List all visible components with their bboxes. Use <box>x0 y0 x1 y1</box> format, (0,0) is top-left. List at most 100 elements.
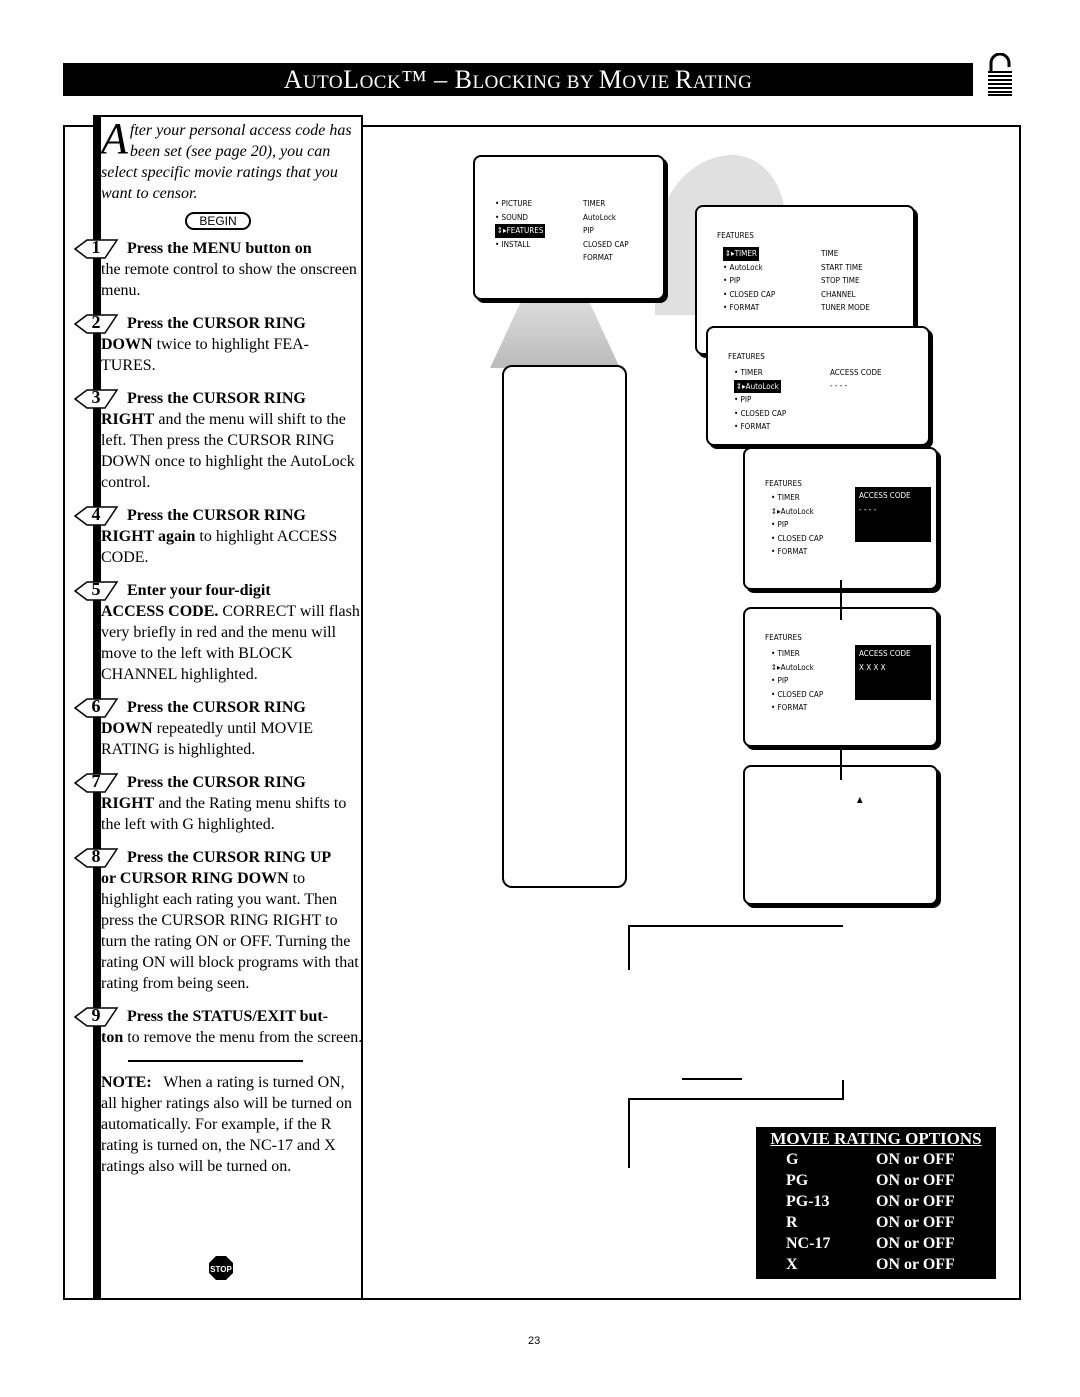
menu-item: - - - - <box>830 381 848 390</box>
step-8: 8 Press the CURSOR RING UP or CURSOR RING … <box>73 846 363 994</box>
menu-item: • PIP <box>771 520 789 529</box>
menu-item: • CLOSED CAP <box>771 689 824 699</box>
instructions: After your personal access code has been… <box>73 114 363 1177</box>
step-body: DOWN twice to highlight FEA-TURES. <box>101 336 309 374</box>
step-number-badge: 2 <box>73 312 119 334</box>
arrow-connector <box>628 925 630 970</box>
menu-item: • AutoLock <box>723 262 763 272</box>
menu-item: • PIP <box>771 676 789 685</box>
menu-item: TIME <box>821 249 839 258</box>
arrow-connector <box>628 925 843 927</box>
menu-item: • PICTURE <box>495 199 533 208</box>
menu-item: ⇕▸AutoLock <box>771 506 814 516</box>
arrow-connector <box>840 745 842 780</box>
menu-item: • INSTALL <box>495 239 531 249</box>
step-number-badge: 1 <box>73 237 119 259</box>
step-number-badge: 6 <box>73 696 119 718</box>
menu-item: STOP TIME <box>821 276 860 285</box>
menu-item: • PIP <box>734 395 752 404</box>
menu-screen-access-code: FEATURES • TIMER ⇕▸AutoLock • PIP • CLOSED C… <box>743 447 938 590</box>
menu-item: ⇕▸TIMER <box>723 247 759 261</box>
menu-item: • FORMAT <box>723 303 760 312</box>
padlock-icon <box>988 53 1012 96</box>
options-title: MOVIE RATING OPTIONS <box>770 1129 982 1148</box>
menu-item: ⇕▸FEATURES <box>495 224 546 238</box>
step-body: the remote control to show the onscreen … <box>101 261 357 299</box>
step-number-badge: 4 <box>73 504 119 526</box>
step-number-badge: 3 <box>73 387 119 409</box>
step-body: RIGHT and the menu will shift to the lef… <box>101 411 355 491</box>
page-title-banner: AUTOLOCK™ – BLOCKING BY MOVIE RATING <box>63 63 973 96</box>
step-4: 4 Press the CURSOR RING RIGHT again to hig… <box>73 504 363 568</box>
page-number: 23 <box>528 1335 541 1347</box>
menu-item: • FORMAT <box>771 703 808 712</box>
begin-badge: BEGIN <box>185 212 251 230</box>
menu-item: • TIMER <box>771 493 800 502</box>
menu-item: PIP <box>583 226 594 235</box>
option-row: PG ON or OFF <box>786 1172 955 1189</box>
menu-item: • CLOSED CAP <box>723 289 776 299</box>
step-1: 1 Press the MENU button on the remote cont… <box>73 237 363 301</box>
menu-item: ▲ <box>857 795 863 804</box>
step-body: ACCESS CODE. CORRECT will flash very bri… <box>101 603 360 683</box>
access-code-panel: ACCESS CODE - - - - <box>855 487 931 542</box>
step-number-badge: 9 <box>73 1005 119 1027</box>
step-2: 2 Press the CURSOR RING DOWN twice to high… <box>73 312 363 376</box>
menu-item: ⇕▸AutoLock <box>771 662 814 672</box>
menu-screen-block-channel: ▲ <box>743 765 938 905</box>
step-7: 7 Press the CURSOR RING RIGHT and the Rati… <box>73 771 363 835</box>
menu-item: • TIMER <box>771 649 800 658</box>
note: NOTE: When a rating is turned ON, all hi… <box>101 1074 353 1175</box>
menu-item: ACCESS CODE <box>830 368 882 377</box>
menu-item: TUNER MODE <box>821 303 870 312</box>
step-number-badge: 8 <box>73 846 119 868</box>
step-body: or CURSOR RING DOWN to highlight each ra… <box>101 870 359 992</box>
page-title: AUTOLOCK™ – BLOCKING BY MOVIE RATING <box>283 65 753 94</box>
option-row: G ON or OFF <box>786 1151 955 1168</box>
step-body: DOWN repeatedly until MOVIE RATING is hi… <box>101 720 313 758</box>
menu-item: • CLOSED CAP <box>734 408 787 418</box>
option-row: X ON or OFF <box>786 1256 955 1273</box>
step-9: 9 Press the STATUS/EXIT but-ton to remove… <box>73 1005 363 1048</box>
arrow-connector <box>842 1080 844 1100</box>
step-body: RIGHT and the Rating menu shifts to the … <box>101 795 347 833</box>
menu-item: FORMAT <box>583 253 613 262</box>
option-row: R ON or OFF <box>786 1214 955 1231</box>
step-body: ton to remove the menu from the screen. <box>101 1029 363 1046</box>
menu-item: • SOUND <box>495 212 528 222</box>
arrow-connector <box>682 1078 742 1080</box>
stop-sign-icon: STOP <box>209 1256 233 1280</box>
menu-item: • FORMAT <box>734 422 771 431</box>
menu-item: FEATURES <box>765 633 802 642</box>
step-5: 5 Enter your four-digit ACCESS CODE. CORRE… <box>73 579 363 685</box>
menu-screen-autolock: FEATURES • TIMER ⇕▸AutoLock • PIP • CLOSED C… <box>706 326 930 446</box>
remote-control <box>502 365 627 888</box>
menu-item: FEATURES <box>728 352 765 361</box>
arrow-connector <box>628 1098 843 1100</box>
menu-item: FEATURES <box>717 231 754 240</box>
movie-rating-options-table: MOVIE RATING OPTIONS G ON or OFF PG ON or O… <box>756 1127 996 1279</box>
menu-item: • CLOSED CAP <box>771 533 824 543</box>
menu-item: CHANNEL <box>821 289 856 299</box>
svg-text:STOP: STOP <box>210 1265 232 1274</box>
option-row: PG-13 ON or OFF <box>786 1193 955 1210</box>
menu-item: TIMER <box>583 199 606 208</box>
step-number-badge: 7 <box>73 771 119 793</box>
step-number-badge: 5 <box>73 579 119 601</box>
step-3: 3 Press the CURSOR RING RIGHT and the menu… <box>73 387 363 493</box>
menu-item: AutoLock <box>583 212 617 222</box>
menu-screen-main: • PICTURE • SOUND ⇕▸FEATURES • INSTALL TIMER… <box>473 155 665 300</box>
menu-item: START TIME <box>821 262 863 272</box>
menu-item: • PIP <box>723 276 741 285</box>
intro-paragraph: After your personal access code has been… <box>101 114 352 203</box>
divider <box>128 1060 303 1062</box>
step-6: 6 Press the CURSOR RING DOWN repeatedly un… <box>73 696 363 760</box>
arrow-connector <box>628 1098 630 1168</box>
menu-item: • FORMAT <box>771 547 808 556</box>
menu-screen-access-code-entered: FEATURES • TIMER ⇕▸AutoLock • PIP • CLOSED C… <box>743 607 938 747</box>
option-row: NC-17 ON or OFF <box>786 1235 955 1252</box>
menu-item: ⇕▸AutoLock <box>734 379 781 393</box>
menu-item: • TIMER <box>734 368 763 377</box>
menu-item: CLOSED CAP <box>583 239 629 249</box>
step-body: RIGHT again to highlight ACCESS CODE. <box>101 528 338 566</box>
